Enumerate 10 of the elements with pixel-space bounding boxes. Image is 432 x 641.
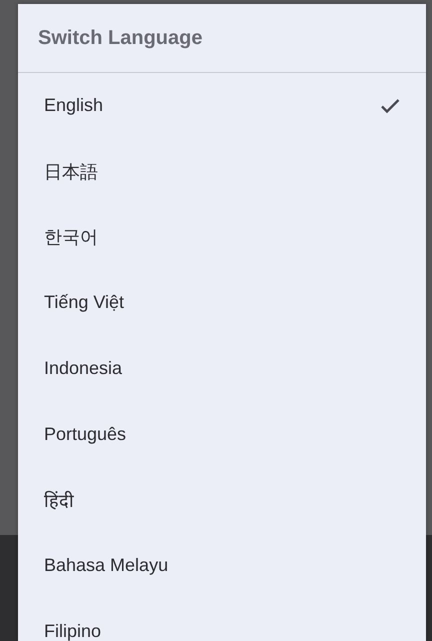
language-option[interactable]: English (18, 73, 426, 139)
language-option[interactable]: Indonesia (18, 336, 426, 402)
dialog-title: Switch Language (38, 26, 202, 50)
language-option[interactable]: Português (18, 401, 426, 468)
language-option[interactable]: Tiếng Việt (18, 270, 426, 336)
language-option[interactable]: Filipino (18, 598, 426, 641)
language-option[interactable]: 日本語 (18, 138, 426, 204)
language-option[interactable]: 한국어 (18, 204, 426, 270)
language-option[interactable]: हिंदी (18, 467, 426, 533)
language-option[interactable]: Bahasa Melayu (18, 532, 426, 598)
